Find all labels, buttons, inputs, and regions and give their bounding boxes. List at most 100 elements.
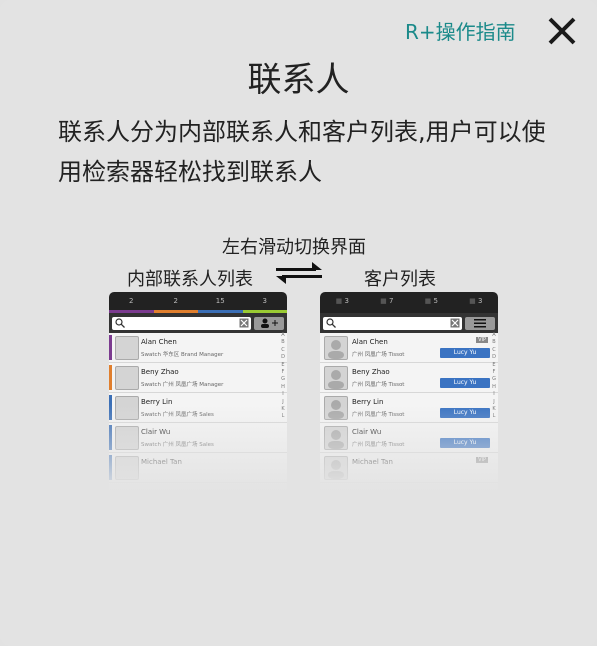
client-search-input[interactable] (323, 316, 462, 330)
contact-name: Berry Lin (141, 398, 173, 406)
swap-arrows-icon[interactable] (276, 258, 322, 288)
client-tab-2[interactable]: ■ 7 (365, 297, 410, 305)
internal-contact-list: Alan Chen Swatch 华东区 Brand Manager Beny Zh… (109, 333, 287, 483)
alphabet-letter[interactable]: F (280, 369, 286, 376)
contact-row[interactable]: Clair Wu Swatch 广州 凤凰广场 Sales (109, 423, 287, 453)
alphabet-letter[interactable]: K (491, 406, 497, 413)
alphabet-letter[interactable]: G (280, 376, 286, 383)
avatar (115, 426, 139, 450)
assigned-owner-badge[interactable]: Lucy Yu (440, 348, 490, 358)
tab-count: 3 (477, 297, 483, 305)
client-search-row (320, 313, 498, 333)
internal-tab-2[interactable]: 2 (154, 297, 199, 305)
group-color-strip (109, 395, 112, 420)
client-detail: 广州 凤凰广场 Tissot (352, 352, 405, 358)
assigned-owner-badge[interactable]: Lucy Yu (440, 438, 490, 448)
alphabet-letter[interactable]: D (491, 354, 497, 361)
contact-name: Beny Zhao (141, 368, 179, 376)
vip-badge: VIP (476, 457, 488, 463)
search-icon (326, 317, 336, 328)
alphabet-letter[interactable]: K (280, 406, 286, 413)
person-placeholder-icon (328, 460, 344, 479)
page-description: 联系人分为内部联系人和客户列表,用户可以使用检索器轻松找到联系人 (58, 118, 546, 186)
internal-tab-1[interactable]: 2 (109, 297, 154, 305)
assigned-owner-badge[interactable]: Lucy Yu (440, 408, 490, 418)
alphabet-letter[interactable]: H (491, 384, 497, 391)
contact-detail: Swatch 广州 凤凰广场 Manager (141, 382, 224, 388)
alphabet-index[interactable]: ABCDEFGHIJKL (491, 332, 497, 421)
client-name: Michael Tan (352, 458, 393, 466)
alphabet-letter[interactable]: H (280, 384, 286, 391)
guide-link[interactable]: R+操作指南 (405, 16, 516, 45)
alphabet-letter[interactable]: D (280, 354, 286, 361)
menu-button[interactable] (465, 316, 495, 330)
tab-color-segment (153, 310, 198, 313)
alphabet-letter[interactable]: I (491, 391, 497, 398)
add-user-icon (261, 318, 278, 328)
client-name: Berry Lin (352, 398, 384, 406)
client-contact-list: Alan Chen 广州 凤凰广场 Tissot Lucy Yu VIP Beny Zh… (320, 333, 498, 483)
client-list-preview: ■ 3 ■ 7 ■ 5 ■ 3 Alan Chen 广州 凤凰广场 Tissot… (320, 292, 498, 504)
page-title: 联系人 (247, 60, 350, 100)
client-detail: 广州 凤凰广场 Tissot (352, 442, 405, 448)
internal-search-input[interactable] (112, 316, 251, 330)
avatar (324, 456, 348, 480)
group-color-strip (109, 365, 112, 390)
avatar (324, 396, 348, 420)
internal-tab-3[interactable]: 15 (198, 297, 243, 305)
alphabet-letter[interactable]: B (491, 339, 497, 346)
client-tab-4[interactable]: ■ 3 (454, 297, 499, 305)
client-row[interactable]: Michael Tan VIP (320, 453, 498, 483)
contact-name: Clair Wu (141, 428, 171, 436)
internal-search-row (109, 313, 287, 333)
internal-tab-4[interactable]: 3 (243, 297, 288, 305)
assigned-owner-badge[interactable]: Lucy Yu (440, 378, 490, 388)
alphabet-letter[interactable]: L (280, 413, 286, 420)
alphabet-letter[interactable]: B (280, 339, 286, 346)
group-color-strip (109, 455, 112, 480)
contact-row[interactable]: Beny Zhao Swatch 广州 凤凰广场 Manager (109, 363, 287, 393)
tab-count: 3 (344, 297, 349, 305)
alphabet-letter[interactable]: A (280, 332, 286, 339)
alphabet-letter[interactable]: F (491, 369, 497, 376)
menu-icon (474, 318, 486, 327)
internal-tab-color-bar (109, 310, 287, 313)
clear-icon[interactable] (239, 318, 249, 328)
tab-color-segment (109, 310, 154, 313)
client-row[interactable]: Alan Chen 广州 凤凰广场 Tissot Lucy Yu VIP (320, 333, 498, 363)
client-tab-1[interactable]: ■ 3 (320, 297, 365, 305)
alphabet-letter[interactable]: L (491, 413, 497, 420)
close-button[interactable] (545, 14, 579, 48)
client-row[interactable]: Berry Lin 广州 凤凰广场 Tissot Lucy Yu (320, 393, 498, 423)
contact-detail: Swatch 广州 凤凰广场 Sales (141, 412, 214, 418)
alphabet-letter[interactable]: G (491, 376, 497, 383)
guide-panel: R+操作指南 联系人 联系人分为内部联系人和客户列表,用户可以使用检索器轻松找到… (0, 0, 597, 646)
avatar (115, 456, 139, 480)
client-detail: 广州 凤凰广场 Tissot (352, 382, 405, 388)
alphabet-letter[interactable]: C (280, 347, 286, 354)
client-name: Beny Zhao (352, 368, 390, 376)
alphabet-letter[interactable]: E (280, 362, 286, 369)
clear-icon[interactable] (450, 318, 460, 328)
alphabet-letter[interactable]: J (280, 399, 286, 406)
avatar (324, 366, 348, 390)
add-contact-button[interactable] (254, 316, 284, 330)
alphabet-letter[interactable]: C (491, 347, 497, 354)
alphabet-letter[interactable]: J (491, 399, 497, 406)
client-detail: 广州 凤凰广场 Tissot (352, 412, 405, 418)
client-tab-3[interactable]: ■ 5 (409, 297, 454, 305)
contact-name: Alan Chen (141, 338, 177, 346)
alphabet-letter[interactable]: E (491, 362, 497, 369)
client-row[interactable]: Beny Zhao 广州 凤凰广场 Tissot Lucy Yu (320, 363, 498, 393)
contact-row[interactable]: Michael Tan (109, 453, 287, 483)
client-list-label: 客户列表 (364, 269, 436, 290)
alphabet-index[interactable]: ABCDEFGHIJKL (280, 332, 286, 421)
pin-icon: ■ (469, 297, 478, 305)
contact-row[interactable]: Alan Chen Swatch 华东区 Brand Manager (109, 333, 287, 363)
client-row[interactable]: Clair Wu 广州 凤凰广场 Tissot Lucy Yu (320, 423, 498, 453)
swipe-hint: 左右滑动切换界面 (222, 237, 366, 258)
avatar (115, 366, 139, 390)
alphabet-letter[interactable]: I (280, 391, 286, 398)
alphabet-letter[interactable]: A (491, 332, 497, 339)
contact-row[interactable]: Berry Lin Swatch 广州 凤凰广场 Sales (109, 393, 287, 423)
